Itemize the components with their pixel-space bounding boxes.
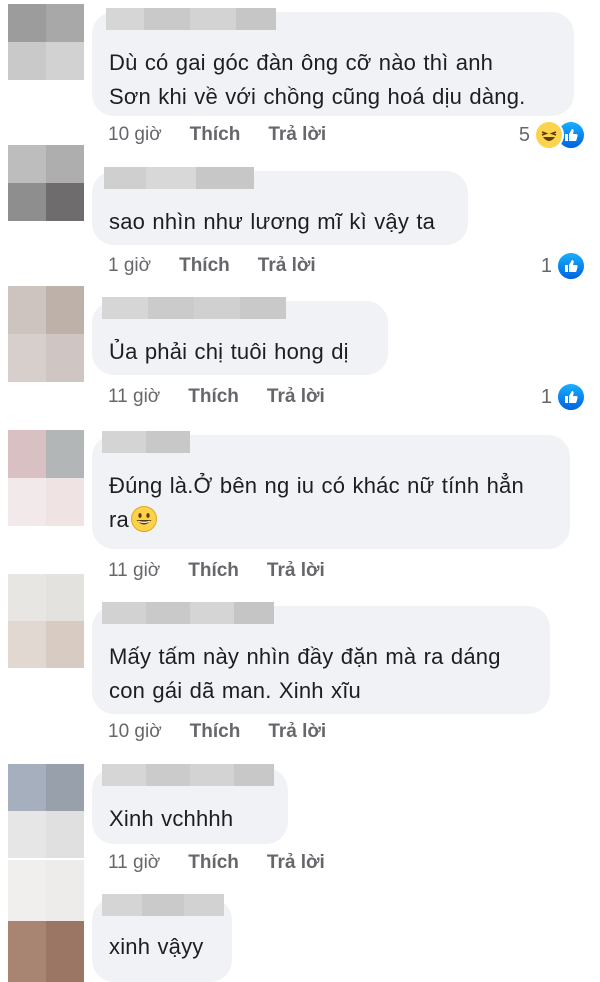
haha-icon bbox=[534, 120, 564, 150]
comment-text-line: Đúng là.Ở bên ng iu có khác nữ tính hẳn bbox=[109, 473, 524, 498]
timestamp[interactable]: 1 giờ bbox=[108, 255, 151, 277]
comment-bubble: sao nhìn như lương mĩ kì vậy ta bbox=[92, 167, 468, 245]
author-name-blurred[interactable] bbox=[102, 297, 286, 319]
comment-actions: 10 giờ Thích Trả lời bbox=[108, 120, 326, 150]
author-name-blurred[interactable] bbox=[102, 602, 274, 624]
avatar[interactable] bbox=[8, 764, 84, 858]
comment-text-line: ra bbox=[109, 507, 129, 532]
timestamp[interactable]: 10 giờ bbox=[108, 124, 162, 146]
like-button[interactable]: Thích bbox=[179, 255, 230, 277]
reply-button[interactable]: Trả lời bbox=[268, 721, 326, 743]
author-name-blurred[interactable] bbox=[102, 431, 190, 453]
timestamp[interactable]: 11 giờ bbox=[108, 386, 160, 408]
timestamp[interactable]: 11 giờ bbox=[108, 852, 160, 874]
comment-text: Xinh vchhhh bbox=[109, 806, 234, 831]
reply-button[interactable]: Trả lời bbox=[267, 852, 325, 874]
avatar[interactable] bbox=[8, 860, 84, 982]
avatar[interactable] bbox=[8, 430, 84, 526]
reaction-count: 1 bbox=[540, 254, 552, 277]
avatar[interactable] bbox=[8, 145, 84, 221]
reaction-count: 1 bbox=[540, 385, 552, 408]
author-name-blurred[interactable] bbox=[106, 8, 276, 30]
timestamp[interactable]: 11 giờ bbox=[108, 560, 160, 582]
reaction-count: 5 bbox=[518, 123, 530, 146]
reply-button[interactable]: Trả lời bbox=[267, 560, 325, 582]
like-icon bbox=[556, 251, 586, 281]
timestamp[interactable]: 10 giờ bbox=[108, 721, 162, 743]
comment-bubble: xinh vậyy bbox=[92, 894, 232, 982]
comment-bubble: Ủa phải chị tuôi hong dị bbox=[92, 297, 388, 375]
comment-bubble: Dù có gai góc đàn ông cỡ nào thì anh Sơn… bbox=[92, 8, 574, 116]
grinning-face-emoji bbox=[130, 506, 157, 532]
reply-button[interactable]: Trả lời bbox=[267, 386, 325, 408]
comment-actions: 11 giờ Thích Trả lời bbox=[108, 382, 325, 412]
author-name-blurred[interactable] bbox=[104, 167, 254, 189]
like-icon bbox=[556, 382, 586, 412]
comment-text: Đúng là.Ở bên ng iu có khác nữ tính hẳn r… bbox=[109, 469, 552, 537]
avatar[interactable] bbox=[8, 286, 84, 382]
avatar[interactable] bbox=[8, 574, 84, 668]
comment-actions: 1 giờ Thích Trả lời bbox=[108, 251, 316, 281]
reply-button[interactable]: Trả lời bbox=[268, 124, 326, 146]
reaction-summary[interactable]: 1 bbox=[541, 382, 586, 412]
reaction-summary[interactable]: 5 bbox=[519, 120, 586, 150]
like-button[interactable]: Thích bbox=[188, 852, 239, 874]
comment-bubble: Xinh vchhhh bbox=[92, 764, 288, 844]
reaction-summary[interactable]: 1 bbox=[541, 251, 586, 281]
avatar[interactable] bbox=[8, 4, 84, 80]
like-button[interactable]: Thích bbox=[190, 124, 241, 146]
like-button[interactable]: Thích bbox=[190, 721, 241, 743]
author-name-blurred[interactable] bbox=[102, 764, 274, 786]
like-button[interactable]: Thích bbox=[188, 386, 239, 408]
author-name-blurred[interactable] bbox=[102, 894, 224, 916]
like-button[interactable]: Thích bbox=[188, 560, 239, 582]
comment-actions: 11 giờ Thích Trả lời bbox=[108, 848, 325, 878]
comment-text: Mấy tấm này nhìn đầy đặn mà ra dáng con … bbox=[109, 644, 501, 703]
comment-bubble: Đúng là.Ở bên ng iu có khác nữ tính hẳn r… bbox=[92, 431, 570, 549]
comment-text: Dù có gai góc đàn ông cỡ nào thì anh Sơn… bbox=[109, 50, 526, 109]
comment-text: sao nhìn như lương mĩ kì vậy ta bbox=[109, 209, 436, 234]
comment-bubble: Mấy tấm này nhìn đầy đặn mà ra dáng con … bbox=[92, 602, 550, 714]
comment-text: xinh vậyy bbox=[109, 934, 204, 959]
reply-button[interactable]: Trả lời bbox=[258, 255, 316, 277]
comment-text: Ủa phải chị tuôi hong dị bbox=[109, 339, 349, 364]
comment-actions: 11 giờ Thích Trả lời bbox=[108, 556, 325, 586]
comment-actions: 10 giờ Thích Trả lời bbox=[108, 717, 326, 747]
